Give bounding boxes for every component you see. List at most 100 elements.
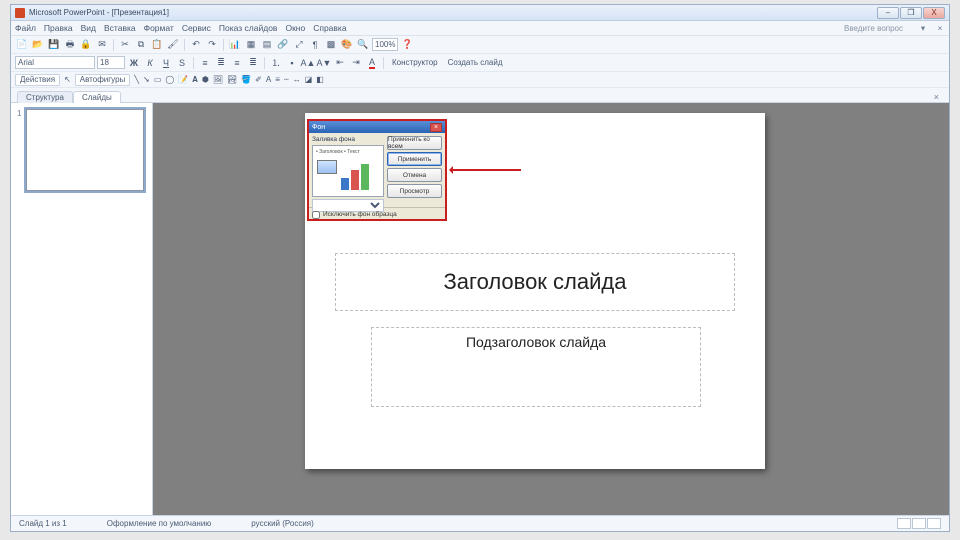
oval-icon[interactable]: ◯ bbox=[165, 75, 174, 84]
subtitle-placeholder[interactable]: Подзаголовок слайда bbox=[371, 327, 701, 407]
shadow-style-icon[interactable]: ◪ bbox=[305, 75, 313, 84]
line-color-icon[interactable]: ✐ bbox=[255, 75, 262, 84]
autoshapes-menu[interactable]: Автофигуры bbox=[75, 74, 131, 86]
thumbnail-preview[interactable] bbox=[26, 109, 144, 191]
paste-icon[interactable]: 📋 bbox=[150, 38, 164, 52]
arrow-icon[interactable]: ➘ bbox=[143, 75, 150, 84]
doc-close-button[interactable]: × bbox=[935, 23, 945, 33]
actions-menu[interactable]: Действия bbox=[15, 74, 60, 86]
preview-button[interactable]: Просмотр bbox=[387, 184, 442, 198]
font-color-icon[interactable]: A bbox=[365, 56, 379, 70]
dash-style-icon[interactable]: ┄ bbox=[284, 75, 289, 84]
minimize-button[interactable]: – bbox=[877, 7, 899, 19]
decrease-indent-icon[interactable]: ⇤ bbox=[333, 56, 347, 70]
sorter-view-button[interactable] bbox=[912, 518, 926, 529]
format-painter-icon[interactable]: 🖌 bbox=[166, 38, 180, 52]
title-placeholder[interactable]: Заголовок слайда bbox=[335, 253, 735, 311]
bullets-icon[interactable]: ▪ bbox=[285, 56, 299, 70]
apply-all-button[interactable]: Применить ко всем bbox=[387, 136, 442, 150]
font-name-select[interactable] bbox=[15, 56, 95, 69]
thumbnail-index: 1 bbox=[17, 109, 23, 191]
underline-icon[interactable]: Ч bbox=[159, 56, 173, 70]
undo-icon[interactable]: ↶ bbox=[189, 38, 203, 52]
tab-slides[interactable]: Слайды bbox=[73, 91, 121, 103]
apply-button[interactable]: Применить bbox=[387, 152, 442, 166]
wordart-icon[interactable]: 𝐀 bbox=[192, 75, 198, 85]
tables-borders-icon[interactable]: ▤ bbox=[260, 38, 274, 52]
fill-color-icon[interactable]: 🪣 bbox=[241, 75, 251, 84]
align-center-icon[interactable]: ≣ bbox=[214, 56, 228, 70]
menu-window[interactable]: Окно bbox=[285, 23, 305, 33]
grid-icon[interactable]: ▩ bbox=[324, 38, 338, 52]
thumbnail-item[interactable]: 1 bbox=[17, 109, 146, 191]
clipart-icon[interactable]: 🖼 bbox=[213, 75, 223, 84]
ask-dropdown-icon[interactable]: ▾ bbox=[919, 23, 927, 34]
close-button[interactable]: X bbox=[923, 7, 945, 19]
font-color-draw-icon[interactable]: A bbox=[266, 75, 271, 84]
dialog-titlebar[interactable]: Фон × bbox=[309, 121, 445, 133]
color-icon[interactable]: 🎨 bbox=[340, 38, 354, 52]
decrease-font-icon[interactable]: A▼ bbox=[317, 56, 331, 70]
pane-close-button[interactable]: × bbox=[934, 92, 939, 102]
mail-icon[interactable]: ✉ bbox=[95, 38, 109, 52]
new-slide-button[interactable]: Создать слайд bbox=[444, 56, 507, 70]
diagram-icon[interactable]: ⬢ bbox=[202, 75, 209, 84]
tab-outline[interactable]: Структура bbox=[17, 91, 73, 103]
save-icon[interactable]: 💾 bbox=[47, 38, 61, 52]
background-dialog: Фон × Заливка фона • Заголовок • Текст bbox=[307, 119, 447, 221]
hyperlink-icon[interactable]: 🔗 bbox=[276, 38, 290, 52]
align-right-icon[interactable]: ≡ bbox=[230, 56, 244, 70]
line-icon[interactable]: ╲ bbox=[134, 75, 139, 84]
table-icon[interactable]: ▦ bbox=[244, 38, 258, 52]
powerpoint-icon bbox=[15, 8, 25, 18]
copy-icon[interactable]: ⧉ bbox=[134, 38, 148, 52]
justify-icon[interactable]: ≣ bbox=[246, 56, 260, 70]
redo-icon[interactable]: ↷ bbox=[205, 38, 219, 52]
increase-font-icon[interactable]: A▲ bbox=[301, 56, 315, 70]
drawing-toolbar: Действия ↖ Автофигуры ╲ ➘ ▭ ◯ 📝 𝐀 ⬢ 🖼 🏞 … bbox=[11, 72, 949, 88]
arrow-style-icon[interactable]: ↔ bbox=[293, 75, 301, 84]
slideshow-view-button[interactable] bbox=[927, 518, 941, 529]
menu-view[interactable]: Вид bbox=[81, 23, 96, 33]
dialog-close-button[interactable]: × bbox=[430, 123, 442, 132]
three-d-icon[interactable]: ◧ bbox=[316, 75, 324, 84]
rectangle-icon[interactable]: ▭ bbox=[154, 75, 162, 84]
shadow-icon[interactable]: S bbox=[175, 56, 189, 70]
zoom-box[interactable]: 100% bbox=[372, 38, 398, 51]
omit-master-checkbox[interactable] bbox=[312, 211, 320, 219]
menu-tools[interactable]: Сервис bbox=[182, 23, 211, 33]
preview-thumb-icon bbox=[317, 160, 337, 174]
design-button[interactable]: Конструктор bbox=[388, 56, 442, 70]
menu-insert[interactable]: Вставка bbox=[104, 23, 136, 33]
align-left-icon[interactable]: ≡ bbox=[198, 56, 212, 70]
menu-format[interactable]: Формат bbox=[144, 23, 174, 33]
research-icon[interactable]: 🔍 bbox=[356, 38, 370, 52]
normal-view-button[interactable] bbox=[897, 518, 911, 529]
expand-icon[interactable]: ⤢ bbox=[292, 38, 306, 52]
italic-icon[interactable]: К bbox=[143, 56, 157, 70]
preview-caption: • Заголовок • Текст bbox=[316, 149, 360, 155]
bold-icon[interactable]: Ж bbox=[127, 56, 141, 70]
font-size-select[interactable] bbox=[97, 56, 125, 69]
permission-icon[interactable]: 🔒 bbox=[79, 38, 93, 52]
cancel-button[interactable]: Отмена bbox=[387, 168, 442, 182]
menu-edit[interactable]: Правка bbox=[44, 23, 73, 33]
print-icon[interactable]: 🖶 bbox=[63, 38, 77, 52]
textbox-icon[interactable]: 📝 bbox=[178, 75, 188, 84]
line-style-icon[interactable]: ≡ bbox=[275, 75, 280, 84]
open-icon[interactable]: 📂 bbox=[31, 38, 45, 52]
show-formatting-icon[interactable]: ¶ bbox=[308, 38, 322, 52]
help-icon[interactable]: ❓ bbox=[400, 38, 414, 52]
new-icon[interactable]: 📄 bbox=[15, 38, 29, 52]
menu-file[interactable]: Файл bbox=[15, 23, 36, 33]
cut-icon[interactable]: ✂ bbox=[118, 38, 132, 52]
menu-slideshow[interactable]: Показ слайдов bbox=[219, 23, 278, 33]
pointer-icon[interactable]: ↖ bbox=[64, 75, 71, 84]
increase-indent-icon[interactable]: ⇥ bbox=[349, 56, 363, 70]
numbering-icon[interactable]: ⒈ bbox=[269, 56, 283, 70]
menu-help[interactable]: Справка bbox=[313, 23, 346, 33]
picture-icon[interactable]: 🏞 bbox=[227, 75, 237, 84]
maximize-button[interactable]: ❐ bbox=[900, 7, 922, 19]
ask-question-box[interactable]: Введите вопрос bbox=[844, 24, 903, 33]
chart-icon[interactable]: 📊 bbox=[228, 38, 242, 52]
